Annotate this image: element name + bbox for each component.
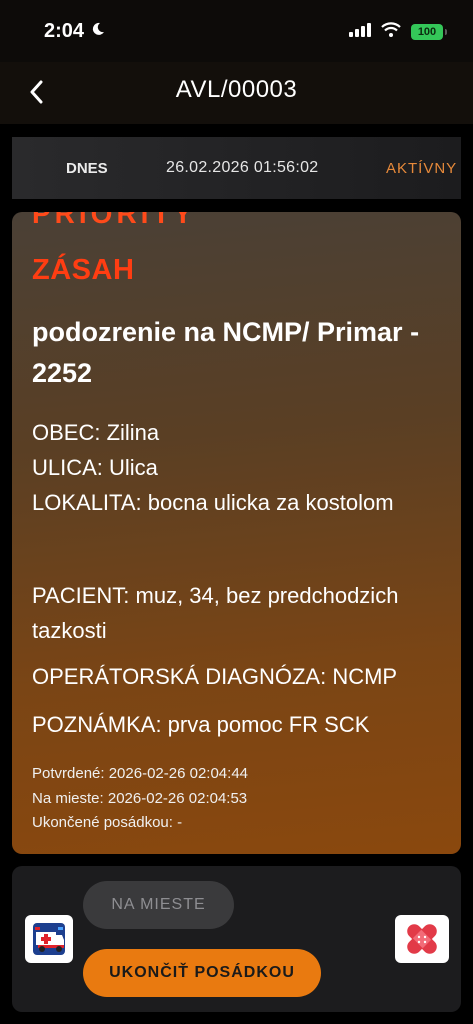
timestamps-block: Potvrdené: 2026-02-26 02:04:44 Na mieste… [32, 762, 248, 836]
status-icons: 100 [349, 22, 447, 42]
on-site-button[interactable]: NA MIESTE [83, 881, 234, 929]
status-time: 2:04 [44, 20, 106, 43]
patient-line: PACIENT: muz, 34, bez predchodzich tazko… [32, 583, 399, 643]
diagnosis-line: OPERÁTORSKÁ DIAGNÓZA: NCMP [32, 664, 398, 689]
partial-heading: PRIORITY [32, 212, 197, 229]
ulica-line: ULICA: Ulica [32, 455, 158, 480]
incident-card: PRIORITY ZÁSAH podozrenie na NCMP/ Prima… [12, 212, 461, 854]
action-panel: NA MIESTE UKONČIŤ POSÁDKOU [12, 866, 461, 1012]
incident-type: ZÁSAH [32, 254, 135, 286]
lokalita-line: LOKALITA: bocna ulicka za kostolom [32, 490, 394, 515]
info-strip: DNES 26.02.2026 01:56:02 AKTÍVNY [12, 137, 461, 199]
datetime-text: 26.02.2026 01:56:02 [166, 159, 319, 176]
obec-line: OBEC: Zilina [32, 420, 160, 445]
clock-text: 2:04 [44, 20, 85, 42]
wifi-icon [381, 22, 401, 42]
bandage-icon [407, 924, 437, 954]
ambulance-button[interactable] [25, 915, 73, 963]
ambulance-icon [33, 923, 65, 955]
note-line: POZNÁMKA: prva pomoc FR SCK [32, 712, 370, 737]
day-label: DNES [66, 159, 108, 177]
incident-title: podozrenie na NCMP/ Primar - 2252 [32, 317, 420, 388]
moon-icon [90, 20, 106, 43]
finished-timestamp: Ukončené posádkou: - [32, 814, 183, 831]
first-aid-button[interactable] [395, 915, 449, 963]
status-badge: AKTÍVNY [386, 159, 458, 177]
location-block: OBEC: Zilina ULICA: Ulica LOKALITA: bocn… [32, 415, 452, 520]
battery-icon: 100 [411, 24, 447, 40]
finish-crew-button[interactable]: UKONČIŤ POSÁDKOU [83, 949, 321, 997]
onsite-timestamp: Na mieste: 2026-02-26 02:04:53 [32, 789, 248, 807]
confirmed-timestamp: Potvrdené: 2026-02-26 02:04:44 [32, 765, 248, 782]
page-title: AVL/00003 [175, 76, 298, 103]
nav-bar: AVL/00003 [0, 62, 473, 124]
signal-icon [349, 22, 371, 42]
status-bar: 2:04 100 [0, 0, 473, 62]
